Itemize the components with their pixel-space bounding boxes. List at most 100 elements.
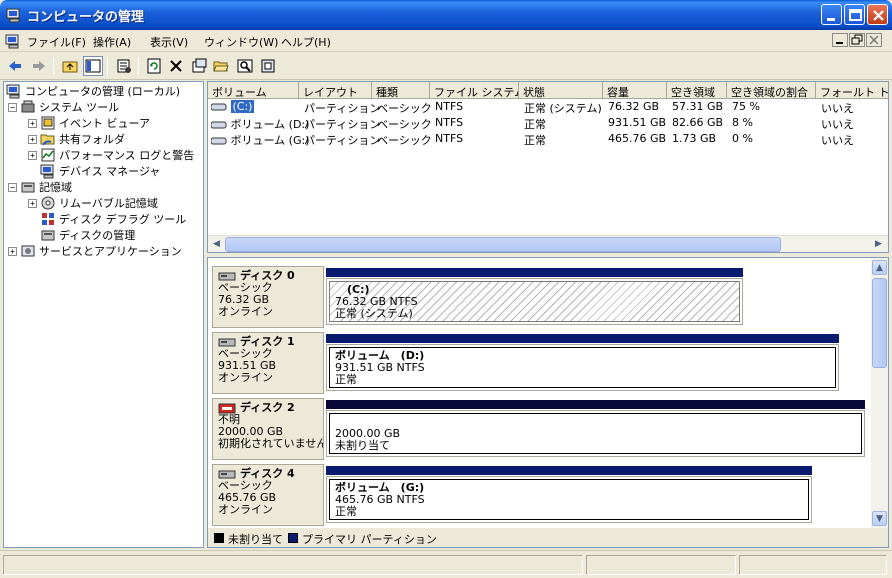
up-folder-button[interactable] (60, 56, 80, 76)
expand-toggle[interactable]: + (8, 246, 17, 256)
back-button[interactable] (5, 56, 25, 76)
child-close-button[interactable] (866, 33, 882, 47)
cell-filesystem: NTFS (435, 116, 464, 129)
menu-view[interactable]: 表示(V) (150, 34, 188, 50)
table-row[interactable]: ボリューム (G:) (210, 131, 309, 147)
table-row[interactable]: ボリューム (D:) (210, 115, 309, 131)
column-header-layout[interactable]: レイアウト (299, 82, 372, 99)
properties-button[interactable] (114, 56, 134, 76)
cell-fault-tolerance: いいえ (821, 134, 854, 147)
scroll-right-icon[interactable]: ▶ (871, 237, 886, 252)
properties-icon (117, 59, 131, 73)
minimize-icon (827, 18, 835, 21)
column-header-filesystem[interactable]: ファイル システム (430, 82, 519, 99)
open-folder-button[interactable] (211, 56, 231, 76)
collapse-toggle[interactable]: − (8, 102, 17, 112)
disk-4-info[interactable]: ディスク 4 ベーシック 465.76 GB オンライン (212, 464, 324, 526)
maximize-button[interactable] (844, 4, 865, 25)
refresh-button[interactable] (144, 56, 164, 76)
column-header-type[interactable]: 種類 (372, 82, 430, 99)
tree-item-computer-management[interactable]: コンピュータの管理 (ローカル) (6, 83, 180, 99)
forward-button[interactable] (29, 56, 49, 76)
tree-item-disk-defragmenter[interactable]: ディスク デフラグ ツール (40, 211, 186, 227)
unallocated-space[interactable]: 2000.00 GB 未割り当て (329, 413, 862, 454)
tree-item-device-manager[interactable]: デバイス マネージャ (40, 163, 160, 179)
disk-status: オンライン (218, 305, 273, 318)
tree-item-event-viewer[interactable]: + イベント ビューア (28, 115, 150, 131)
help-icon (261, 59, 275, 73)
title-bar[interactable]: コンピュータの管理 (0, 0, 892, 30)
tree-item-removable-storage[interactable]: + リムーバブル記憶域 (28, 195, 158, 211)
child-minimize-button[interactable] (832, 33, 848, 47)
volume-g[interactable]: ボリューム (G:) 465.76 GB NTFS 正常 (329, 479, 809, 520)
column-header-capacity[interactable]: 容量 (603, 82, 667, 99)
table-row[interactable]: (C:) (210, 99, 255, 115)
volume-c[interactable]: (C:) 76.32 GB NTFS 正常 (システム) (329, 281, 740, 322)
vertical-scrollbar[interactable]: ▲ ▼ (871, 258, 888, 528)
tree-item-performance-logs[interactable]: + パフォーマンス ログと警告 (28, 147, 194, 163)
disk-2-info[interactable]: ディスク 2 不明 2000.00 GB 初期化されていません (212, 398, 324, 460)
properties-sheet-icon (192, 58, 207, 73)
column-header-free-percent[interactable]: 空き領域の割合 (727, 82, 816, 99)
show-tree-button[interactable] (83, 56, 103, 76)
volume-d[interactable]: ボリューム (D:) 931.51 GB NTFS 正常 (329, 347, 836, 388)
menu-file[interactable]: ファイル(F) (27, 34, 86, 50)
hard-disk-icon (218, 338, 236, 347)
cell-type: ベーシック (377, 102, 432, 115)
column-header-free-space[interactable]: 空き領域 (667, 82, 727, 99)
expand-toggle[interactable]: + (28, 150, 37, 160)
cell-free-percent: 75 % (732, 100, 760, 113)
volume-drive-icon (210, 103, 227, 111)
tree-item-shared-folders[interactable]: + 共有フォルダ (28, 131, 125, 147)
computer-icon (6, 84, 20, 99)
maximize-icon (849, 9, 862, 21)
hard-disk-icon (218, 272, 236, 281)
scrollbar-thumb[interactable] (872, 278, 887, 368)
expand-toggle[interactable]: + (28, 134, 37, 144)
unallocated-bar (326, 400, 865, 409)
volume-drive-icon (210, 121, 227, 129)
volume-status: 正常 (335, 373, 357, 386)
cell-status: 正常 (524, 134, 546, 147)
status-segment (3, 555, 583, 575)
disk-1-info[interactable]: ディスク 1 ベーシック 931.51 GB オンライン (212, 332, 324, 394)
column-header-fault-tolerance[interactable]: フォールト トレ (816, 82, 888, 99)
search-button[interactable] (235, 56, 255, 76)
expand-toggle[interactable]: + (28, 118, 37, 128)
scrollbar-thumb[interactable] (225, 237, 781, 252)
toolbar (0, 53, 892, 80)
child-restore-button[interactable] (849, 33, 865, 47)
tree-item-storage[interactable]: − 記憶域 (8, 179, 72, 195)
scroll-down-icon[interactable]: ▼ (872, 511, 887, 526)
collapse-toggle[interactable]: − (8, 182, 17, 192)
show-tree-icon (85, 59, 101, 73)
tree-item-system-tools[interactable]: − システム ツール (8, 99, 119, 115)
help-button[interactable] (258, 56, 278, 76)
column-header-status[interactable]: 状態 (519, 82, 603, 99)
window-title: コンピュータの管理 (27, 10, 145, 25)
cell-capacity: 76.32 GB (608, 100, 660, 113)
disk-status: オンライン (218, 371, 273, 384)
minimize-button[interactable] (821, 4, 842, 25)
properties-sheet-button[interactable] (189, 56, 209, 76)
tree-item-services-applications[interactable]: + サービスとアプリケーション (8, 243, 182, 259)
horizontal-scrollbar[interactable]: ◀ ▶ (208, 235, 888, 252)
cell-status: 正常 (524, 118, 546, 131)
delete-button[interactable] (166, 56, 186, 76)
disk-0-info[interactable]: ディスク 0 ベーシック 76.32 GB オンライン (212, 266, 324, 328)
cell-filesystem: NTFS (435, 100, 464, 113)
defrag-icon (42, 213, 54, 225)
menu-action[interactable]: 操作(A) (93, 34, 131, 50)
close-button[interactable] (867, 4, 888, 25)
cell-filesystem: NTFS (435, 132, 464, 145)
menu-help[interactable]: ヘルプ(H) (281, 34, 331, 50)
menu-window[interactable]: ウィンドウ(W) (204, 34, 278, 50)
legend-swatch-primary (288, 533, 298, 543)
scroll-left-icon[interactable]: ◀ (209, 237, 224, 252)
column-header-volume[interactable]: ボリューム (208, 82, 299, 99)
system-menu-icon[interactable] (5, 33, 21, 49)
tree-item-disk-management[interactable]: ディスクの管理 (40, 227, 136, 243)
expand-toggle[interactable]: + (28, 198, 37, 208)
cell-free-space: 82.66 GB (672, 116, 724, 129)
scroll-up-icon[interactable]: ▲ (872, 260, 887, 275)
